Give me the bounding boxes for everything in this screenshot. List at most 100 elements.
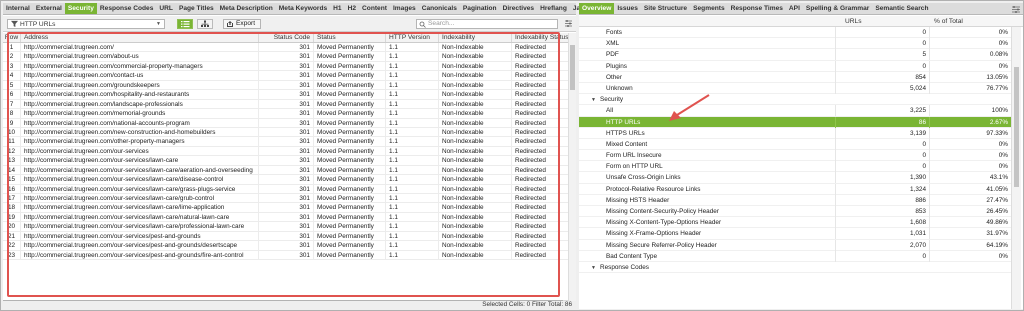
tab-pagination[interactable]: Pagination	[460, 3, 500, 14]
tab-canonicals[interactable]: Canonicals	[419, 3, 460, 14]
table-row[interactable]: 14 http://commercial.trugreen.com/our-ser…	[3, 165, 576, 176]
column-settings-icon[interactable]	[564, 19, 573, 28]
overview-scrollbar[interactable]	[1011, 27, 1021, 309]
tab-segments[interactable]: Segments	[690, 3, 728, 14]
table-row[interactable]: 15 http://commercial.trugreen.com/our-ser…	[3, 175, 576, 185]
table-row[interactable]: 11 http://commercial.trugreen.com/other-p…	[3, 137, 576, 147]
cell-status: Moved Permanently	[314, 212, 386, 222]
table-row[interactable]: 20 http://commercial.trugreen.com/our-ser…	[3, 222, 576, 232]
tab-security[interactable]: Security	[64, 3, 97, 14]
overview-item-missing-x-content-type-options-header[interactable]: Missing X-Content-Type-Options Header 1,6…	[579, 217, 1011, 229]
filter-settings-icon[interactable]	[1011, 5, 1021, 14]
overview-item-pdf[interactable]: PDF 5 0.08%	[579, 49, 1011, 61]
tab-page-titles[interactable]: Page Titles	[176, 3, 217, 14]
column-header-indexability-status[interactable]: Indexability Status	[512, 33, 574, 42]
table-row[interactable]: 22 http://commercial.trugreen.com/our-ser…	[3, 241, 576, 251]
tab-external[interactable]: External	[33, 3, 65, 14]
overview-item-https-urls[interactable]: HTTPS URLs 3,139 97.33%	[579, 127, 1011, 139]
cell-address: http://commercial.trugreen.com/groundske…	[21, 80, 259, 90]
cell-indexability: Non-Indexable	[439, 241, 512, 250]
table-row[interactable]: 4 http://commercial.trugreen.com/contact-…	[3, 71, 576, 81]
overview-item-protocol-relative-resource-links[interactable]: Protocol-Relative Resource Links 1,324 41.…	[579, 183, 1011, 195]
tab-api[interactable]: API	[786, 3, 803, 14]
tab-h2[interactable]: H2	[345, 3, 359, 14]
tab-h1[interactable]: H1	[330, 3, 344, 14]
cell-row-number: 21	[3, 231, 21, 241]
tab-issues[interactable]: Issues	[614, 3, 641, 14]
overview-item-http-urls[interactable]: HTTP URLs 86 2.67%	[579, 116, 1011, 128]
overview-item-missing-hsts-header[interactable]: Missing HSTS Header 886 27.47%	[579, 194, 1011, 206]
tab-content[interactable]: Content	[359, 3, 390, 14]
table-row[interactable]: 19 http://commercial.trugreen.com/our-ser…	[3, 212, 576, 223]
column-header-http-version[interactable]: HTTP Version	[386, 33, 439, 42]
tab-spelling-grammar[interactable]: Spelling & Grammar	[803, 3, 872, 14]
table-row[interactable]: 13 http://commercial.trugreen.com/our-ser…	[3, 156, 576, 166]
table-row[interactable]: 16 http://commercial.trugreen.com/our-ser…	[3, 184, 576, 194]
overview-item-unknown[interactable]: Unknown 5,024 76.77%	[579, 82, 1011, 95]
overview-item-missing-secure-referrer-policy-header[interactable]: Missing Secure Referrer-Policy Header 2,0…	[579, 239, 1011, 251]
table-row[interactable]: 10 http://commercial.trugreen.com/new-con…	[3, 127, 576, 138]
overview-item-fonts[interactable]: Fonts 0 0%	[579, 27, 1011, 39]
column-header-row-number[interactable]: Row	[3, 33, 21, 42]
table-row[interactable]: 7 http://commercial.trugreen.com/landscap…	[3, 99, 576, 110]
table-row[interactable]: 9 http://commercial.trugreen.com/national…	[3, 118, 576, 128]
tree-view-button[interactable]	[197, 19, 213, 29]
cell-http-version: 1.1	[386, 194, 439, 203]
filter-dropdown[interactable]: HTTP URLs ▼	[7, 19, 165, 29]
overview-item-label: Missing HSTS Header	[606, 196, 670, 204]
tab-meta-description[interactable]: Meta Description	[217, 3, 276, 14]
table-row[interactable]: 6 http://commercial.trugreen.com/hospital…	[3, 90, 576, 100]
overview-item-bad-content-type[interactable]: Bad Content Type 0 0%	[579, 250, 1011, 262]
overview-item-other[interactable]: Other 854 13.05%	[579, 71, 1011, 83]
overview-group-security[interactable]: ▼ Security	[579, 94, 1011, 106]
overview-group-response-codes[interactable]: ▼ Response Codes	[579, 262, 1011, 274]
overview-item-missing-content-security-policy-header[interactable]: Missing Content-Security-Policy Header 85…	[579, 206, 1011, 218]
cell-row-number: 5	[3, 80, 21, 90]
cell-status-code: 301	[259, 165, 314, 175]
table-row[interactable]: 3 http://commercial.trugreen.com/commerci…	[3, 61, 576, 72]
table-row[interactable]: 23 http://commercial.trugreen.com/our-ser…	[3, 250, 576, 261]
column-header-indexability[interactable]: Indexability	[439, 33, 512, 42]
table-row[interactable]: 2 http://commercial.trugreen.com/about-us…	[3, 52, 576, 62]
tab-url[interactable]: URL	[156, 3, 176, 14]
tab-site-structure[interactable]: Site Structure	[641, 3, 690, 14]
tab-semantic-search[interactable]: Semantic Search	[872, 3, 931, 14]
cell-status: Moved Permanently	[314, 231, 386, 241]
overview-item-label: Unknown	[606, 84, 633, 92]
column-header-status[interactable]: Status	[314, 33, 386, 42]
table-row[interactable]: 8 http://commercial.trugreen.com/memorial…	[3, 109, 576, 119]
list-view-button[interactable]	[177, 19, 193, 29]
tab-images[interactable]: Images	[390, 3, 419, 14]
grid-vertical-scrollbar[interactable]	[568, 33, 576, 301]
tab-directives[interactable]: Directives	[500, 3, 538, 14]
table-row[interactable]: 18 http://commercial.trugreen.com/our-ser…	[3, 203, 576, 213]
status-bar: Selected Cells: 0 Filter Total: 86	[3, 301, 576, 309]
overview-item-plugins[interactable]: Plugins 0 0%	[579, 60, 1011, 72]
overview-item-unsafe-cross-origin-links[interactable]: Unsafe Cross-Origin Links 1,390 43.1%	[579, 172, 1011, 184]
tab-meta-keywords[interactable]: Meta Keywords	[276, 3, 330, 14]
tab-overview[interactable]: Overview	[579, 3, 615, 14]
overview-item-missing-x-frame-options-header[interactable]: Missing X-Frame-Options Header 1,031 31.97…	[579, 228, 1011, 240]
overview-item-mixed-content[interactable]: Mixed Content 0 0%	[579, 138, 1011, 151]
overview-item-all[interactable]: All 3,225 100%	[579, 105, 1011, 117]
overview-item-xml[interactable]: XML 0 0%	[579, 38, 1011, 50]
tab-response-times[interactable]: Response Times	[728, 3, 786, 14]
table-row[interactable]: 1 http://commercial.trugreen.com/301 Moved…	[3, 43, 576, 53]
expand-chevron-icon[interactable]: ▼	[591, 263, 596, 274]
table-row[interactable]: 12 http://commercial.trugreen.com/our-ser…	[3, 146, 576, 157]
overview-item-form-on-http-url[interactable]: Form on HTTP URL 0 0%	[579, 161, 1011, 173]
table-row[interactable]: 5 http://commercial.trugreen.com/groundsk…	[3, 80, 576, 91]
cell-status-code: 301	[259, 99, 314, 109]
cell-indexability-status: Redirected	[512, 80, 574, 90]
tab-response-codes[interactable]: Response Codes	[97, 3, 157, 14]
tab-internal[interactable]: Internal	[3, 3, 33, 14]
export-button[interactable]: Export	[223, 19, 261, 29]
search-input[interactable]: Search...	[416, 19, 558, 29]
column-header-address[interactable]: Address	[21, 33, 259, 42]
table-row[interactable]: 21 http://commercial.trugreen.com/our-ser…	[3, 231, 576, 242]
tab-hreflang[interactable]: Hreflang	[537, 3, 570, 14]
column-header-status-code[interactable]: Status Code	[259, 33, 314, 42]
table-row[interactable]: 17 http://commercial.trugreen.com/our-ser…	[3, 194, 576, 204]
overview-item-percent: 0%	[929, 60, 1011, 72]
overview-item-form-url-insecure[interactable]: Form URL Insecure 0 0%	[579, 150, 1011, 162]
